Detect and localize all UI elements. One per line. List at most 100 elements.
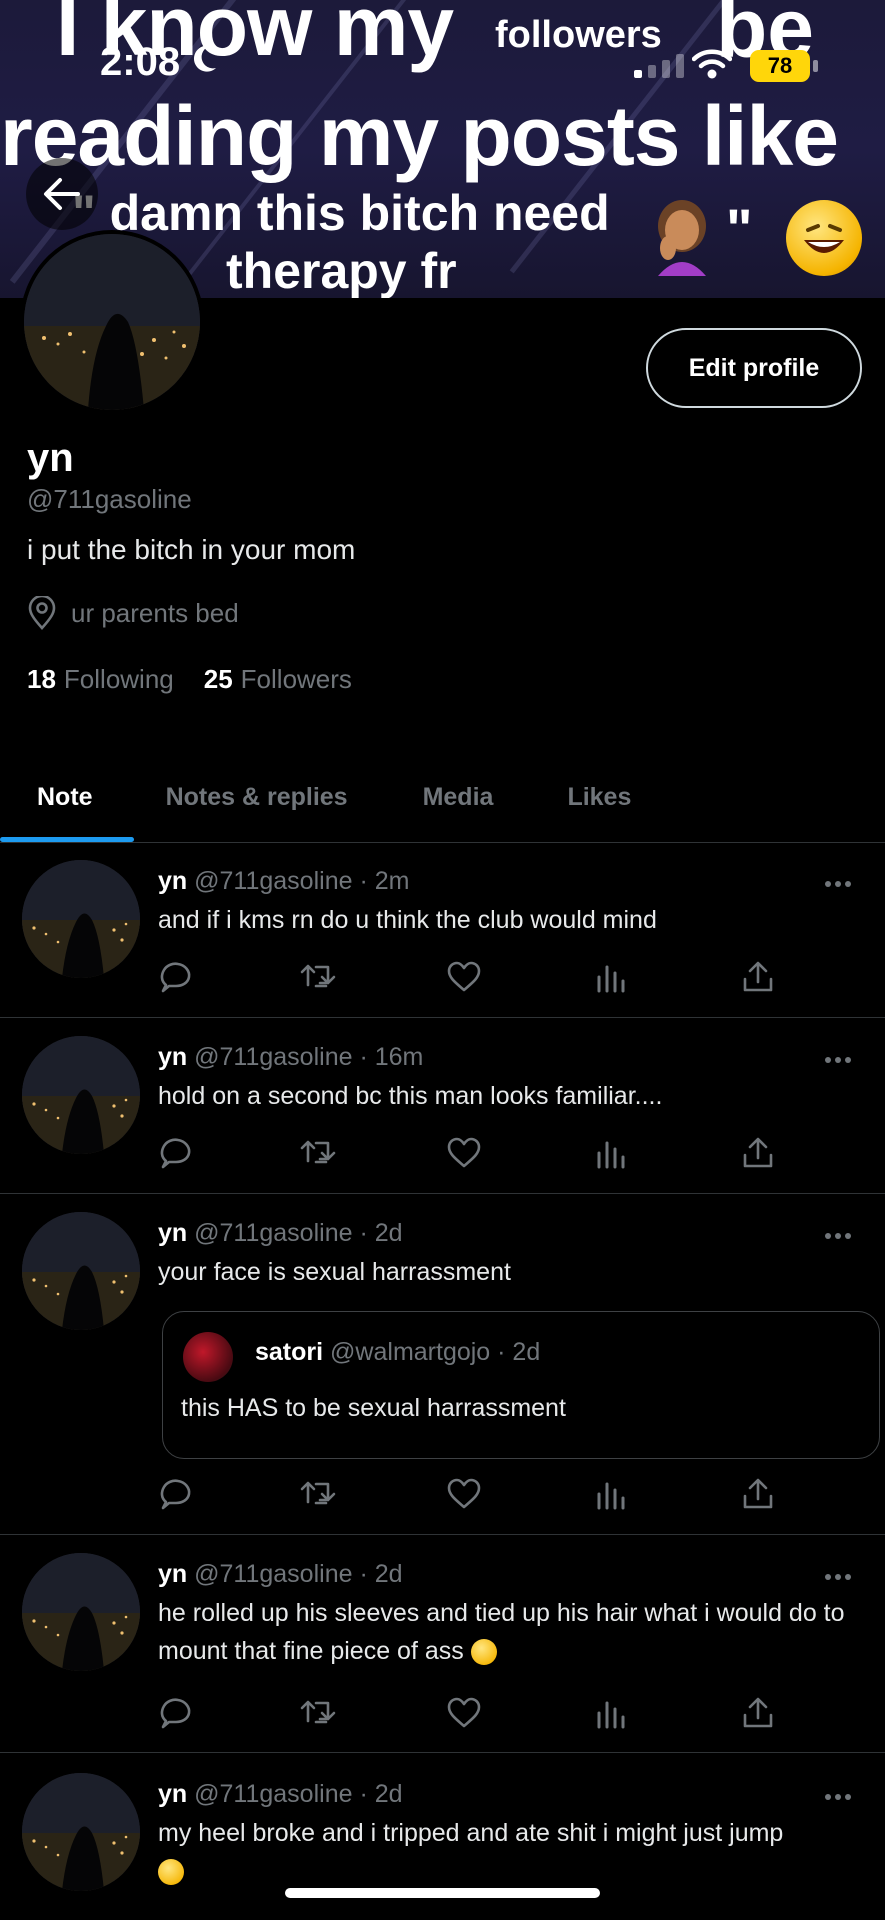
tweet-header: yn @711gasoline · 2d	[158, 1219, 403, 1248]
tweet-text: he rolled up his sleeves and tied up his…	[158, 1599, 845, 1665]
profile-tabs: Note Notes & replies Media Likes	[0, 752, 885, 842]
back-button[interactable]	[26, 158, 98, 230]
tweet-text-block: my heel broke and i tripped and ate shit…	[158, 1814, 858, 1890]
more-icon[interactable]	[822, 1571, 854, 1583]
tweet-avatar[interactable]	[22, 1212, 140, 1330]
following-label: Following	[63, 664, 174, 694]
status-time: 2:08	[100, 40, 181, 84]
tweet-actions	[158, 1476, 858, 1516]
wifi-icon	[692, 49, 732, 79]
tweet-meta: @711gasoline · 2d	[194, 1560, 403, 1588]
status-bar: 2:08 78	[0, 0, 885, 120]
heart-eyes-emoji-icon	[158, 1859, 184, 1886]
share-icon[interactable]	[740, 1135, 776, 1176]
rofl-emoji-icon	[786, 200, 862, 276]
tweet-actions	[158, 959, 858, 999]
followers-label: Followers	[240, 664, 352, 694]
followers-link[interactable]: 25 Followers	[204, 664, 352, 695]
retweet-icon[interactable]	[300, 1135, 336, 1176]
banner-quote-close: "	[726, 197, 753, 260]
tweet-text: and if i kms rn do u think the club woul…	[158, 906, 657, 934]
quoted-header: satori @walmartgojo · 2d	[255, 1338, 540, 1367]
tab-likes[interactable]: Likes	[567, 752, 631, 842]
signal-icon	[634, 54, 684, 78]
share-icon[interactable]	[740, 959, 776, 1000]
like-icon[interactable]	[446, 1135, 482, 1176]
tweet-text: my heel broke and i tripped and ate shit…	[158, 1819, 784, 1847]
tweet-item[interactable]: yn @711gasoline · 2d your face is sexual…	[0, 1194, 885, 1535]
tweet-header: yn @711gasoline · 2d	[158, 1780, 403, 1809]
battery-indicator: 78	[750, 50, 810, 82]
quoted-avatar[interactable]	[183, 1332, 233, 1382]
views-icon[interactable]	[594, 1695, 630, 1736]
tweet-author-name: yn	[158, 1043, 188, 1071]
profile-handle: @711gasoline	[27, 484, 192, 514]
following-link[interactable]: 18 Following	[27, 664, 174, 695]
tweet-item[interactable]: yn @711gasoline · 2m and if i kms rn do …	[0, 843, 885, 1018]
quoted-tweet[interactable]: satori @walmartgojo · 2d this HAS to be …	[162, 1311, 880, 1459]
retweet-icon[interactable]	[300, 1695, 336, 1736]
tweet-actions	[158, 1135, 858, 1175]
tweet-actions	[158, 1695, 858, 1735]
heart-eyes-emoji-icon	[470, 1639, 497, 1666]
edit-profile-button[interactable]: Edit profile	[646, 328, 862, 408]
views-icon[interactable]	[594, 959, 630, 1000]
quoted-author-name: satori	[255, 1338, 324, 1366]
follow-stats: 18 Following 25 Followers	[27, 664, 352, 695]
tweet-author-name: yn	[158, 867, 188, 895]
followers-count: 25	[203, 664, 233, 694]
more-icon[interactable]	[822, 1230, 854, 1242]
reply-icon[interactable]	[158, 1135, 194, 1176]
more-icon[interactable]	[822, 1791, 854, 1803]
tweet-item[interactable]: yn @711gasoline · 2d he rolled up his sl…	[0, 1535, 885, 1753]
tweet-avatar[interactable]	[22, 860, 140, 978]
battery-tip	[813, 60, 818, 72]
profile-bio: i put the bitch in your mom	[27, 534, 356, 565]
share-icon[interactable]	[740, 1695, 776, 1736]
more-icon[interactable]	[822, 878, 854, 890]
location-text: ur parents bed	[71, 597, 239, 628]
profile-avatar[interactable]	[20, 230, 204, 414]
like-icon[interactable]	[446, 1476, 482, 1517]
tab-media[interactable]: Media	[423, 752, 494, 842]
views-icon[interactable]	[594, 1476, 630, 1517]
profile-name: yn	[27, 436, 74, 480]
home-indicator	[285, 1888, 600, 1898]
tweet-meta: @711gasoline · 2d	[194, 1219, 403, 1247]
tweet-author-name: yn	[158, 1219, 188, 1247]
more-icon[interactable]	[822, 1054, 854, 1066]
tweet-meta: @711gasoline · 2m	[194, 867, 410, 895]
reply-icon[interactable]	[158, 959, 194, 1000]
tweet-text-block: he rolled up his sleeves and tied up his…	[158, 1594, 858, 1670]
tweet-header: yn @711gasoline · 2m	[158, 867, 409, 896]
tweet-header: yn @711gasoline · 2d	[158, 1560, 403, 1589]
tweet-text: hold on a second bc this man looks famil…	[158, 1082, 663, 1110]
tweet-meta: @711gasoline · 2d	[194, 1780, 403, 1808]
like-icon[interactable]	[446, 1695, 482, 1736]
arrow-left-icon	[44, 178, 80, 210]
reply-icon[interactable]	[158, 1695, 194, 1736]
profile-location: ur parents bed	[27, 596, 239, 630]
tab-note[interactable]: Note	[37, 752, 93, 842]
following-count: 18	[27, 664, 56, 694]
share-icon[interactable]	[740, 1476, 776, 1517]
banner-text-line4: therapy fr	[226, 243, 457, 298]
views-icon[interactable]	[594, 1135, 630, 1176]
tweet-meta: @711gasoline · 16m	[194, 1043, 424, 1071]
tweet-avatar[interactable]	[22, 1553, 140, 1671]
retweet-icon[interactable]	[300, 1476, 336, 1517]
tweet-author-name: yn	[158, 1780, 188, 1808]
facepalm-emoji-icon	[658, 200, 706, 276]
tweet-avatar[interactable]	[22, 1036, 140, 1154]
tweet-avatar[interactable]	[22, 1773, 140, 1891]
tweet-item[interactable]: yn @711gasoline · 16m hold on a second b…	[0, 1018, 885, 1194]
reply-icon[interactable]	[158, 1476, 194, 1517]
tweet-header: yn @711gasoline · 16m	[158, 1043, 423, 1072]
retweet-icon[interactable]	[300, 959, 336, 1000]
like-icon[interactable]	[446, 959, 482, 1000]
tab-notes-replies[interactable]: Notes & replies	[166, 752, 348, 842]
quoted-meta: @walmartgojo · 2d	[330, 1338, 541, 1366]
tweet-text: your face is sexual harrassment	[158, 1258, 511, 1286]
tweet-author-name: yn	[158, 1560, 188, 1588]
moon-icon	[193, 45, 216, 72]
